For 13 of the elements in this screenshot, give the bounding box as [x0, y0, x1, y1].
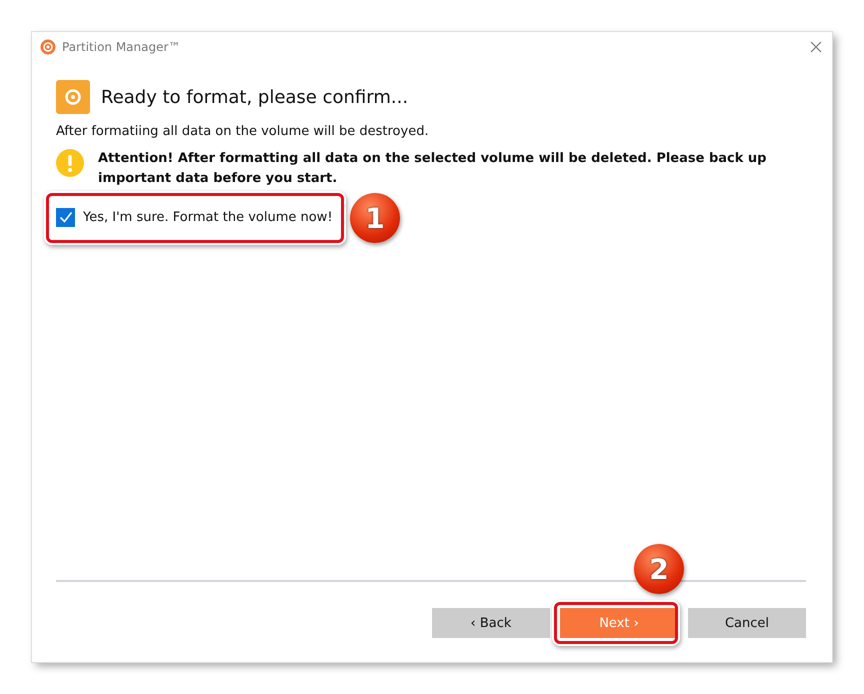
step-badge: 2: [634, 544, 684, 594]
dialog-button[interactable]: ‹ Back: [432, 608, 550, 638]
checkbox[interactable]: [56, 208, 75, 226]
dialog-heading: Ready to format, please confirm...: [101, 86, 408, 108]
step-badge: 1: [350, 193, 400, 243]
warning-text: Attention! After formatting all data on the selected volume will be deleted. Please back up important data before you start.: [98, 150, 768, 188]
warning-icon: [56, 149, 84, 177]
app-logo-icon: [40, 39, 56, 55]
description-text: After formatiing all data on the volume will be destroyed.: [56, 124, 430, 139]
dialog-button[interactable]: Cancel: [688, 608, 806, 638]
checkbox-label[interactable]: Yes, I'm sure. Format the volume now!: [83, 210, 333, 224]
window-title: Partition Manager™: [62, 40, 180, 54]
close-icon[interactable]: [810, 41, 822, 53]
